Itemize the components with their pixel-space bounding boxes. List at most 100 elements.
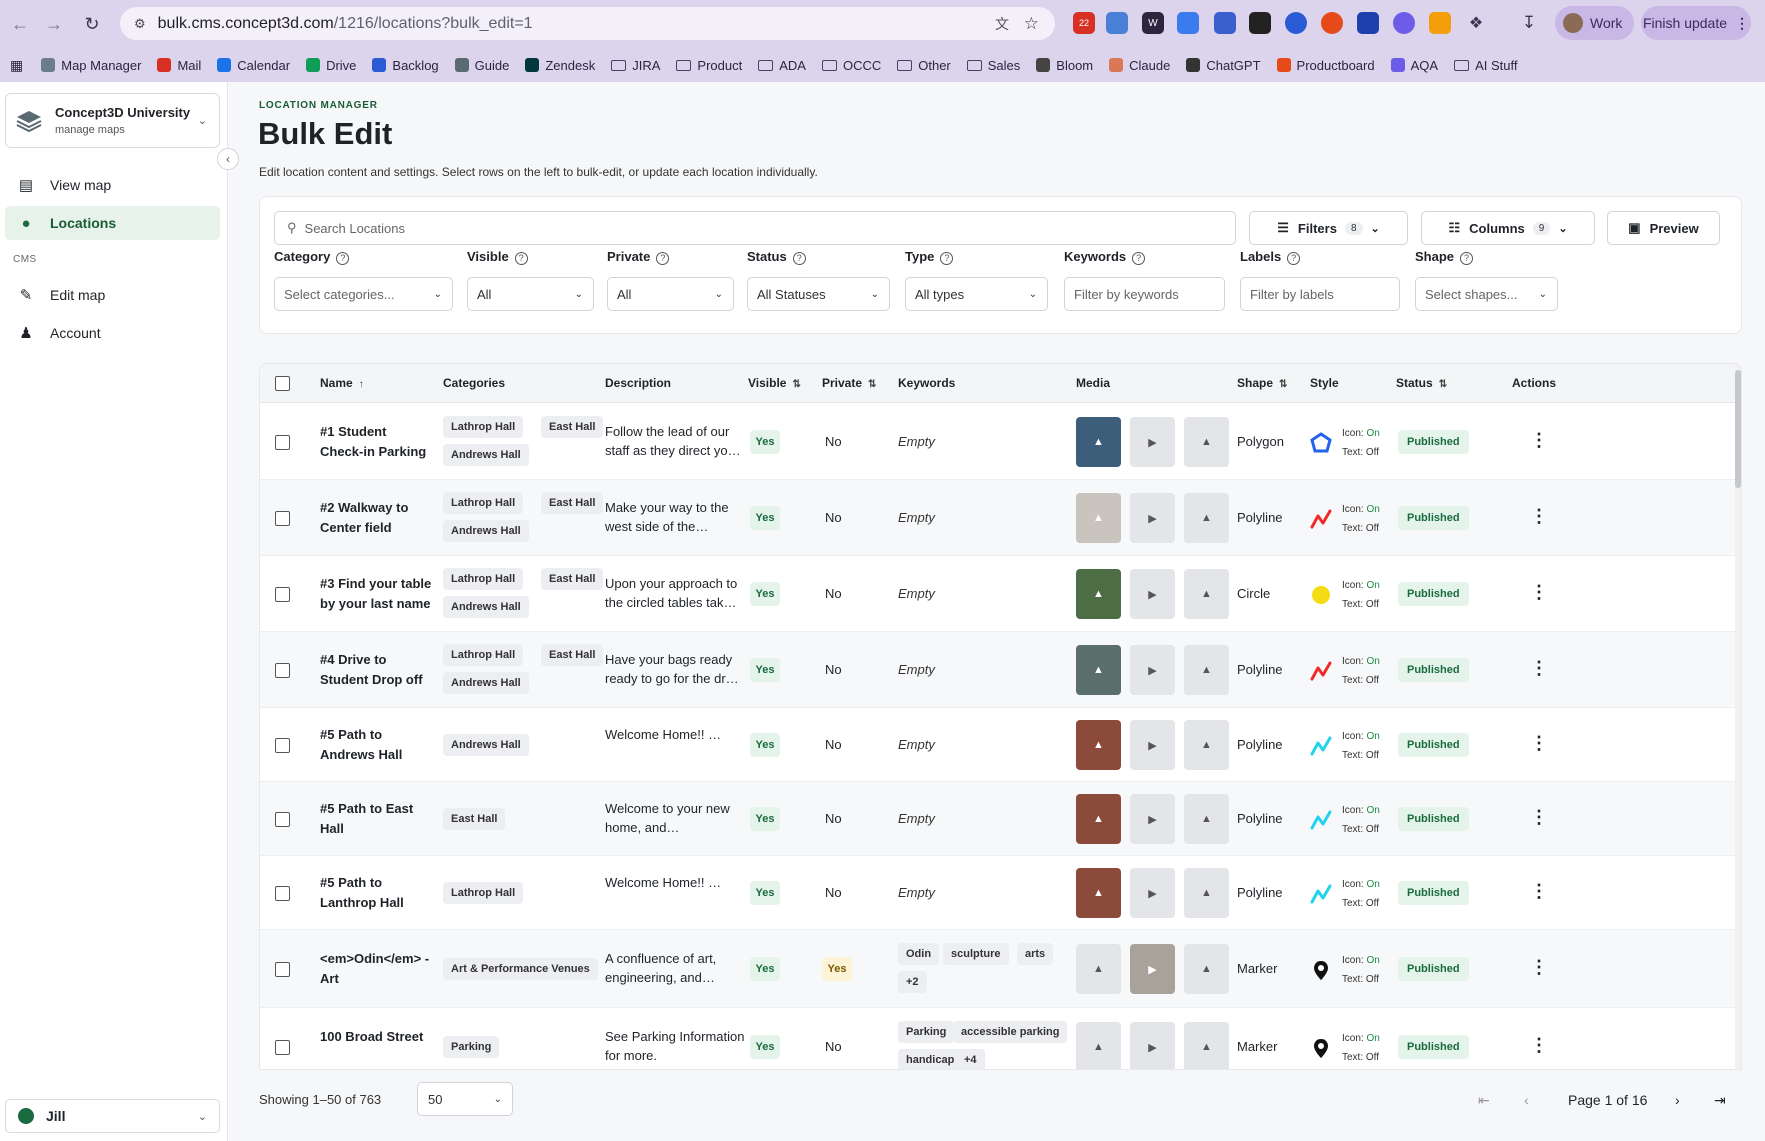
columns-button[interactable]: ☷ Columns 9 ⌄ [1421,211,1595,245]
location-name-link[interactable]: #2 Walkway to Center field [320,498,432,538]
video-slot[interactable]: ▶ [1130,1022,1175,1069]
bookmark-sales[interactable]: Sales [966,58,1020,73]
row-actions-icon[interactable]: ⋮ [1530,582,1548,603]
location-name-link[interactable]: 100 Broad Street [320,1027,432,1047]
bookmark-guide[interactable]: Guide [454,58,509,73]
help-icon[interactable]: ? [1132,252,1146,265]
private-value[interactable]: No [825,660,842,680]
help-icon[interactable]: ? [940,252,954,265]
row-checkbox[interactable] [275,962,290,977]
visible-badge[interactable]: Yes [750,1035,780,1059]
row-actions-icon[interactable]: ⋮ [1530,1035,1548,1056]
bookmark-product[interactable]: Product [676,58,742,73]
filter-private-select[interactable]: All ⌄ [607,277,734,311]
gallery-slot[interactable]: ▲ [1184,417,1229,467]
visible-badge[interactable]: Yes [750,506,780,530]
bookmark-star-icon[interactable]: ☆ [1024,14,1039,34]
user-menu[interactable]: Jill ⌄ [5,1099,220,1133]
location-name-link[interactable]: <em>Odin</em> - Art [320,949,432,989]
docs-extension-icon[interactable] [1106,12,1128,34]
bookmark-mail[interactable]: Mail [157,58,201,73]
location-name-link[interactable]: #4 Drive to Student Drop off [320,650,432,690]
video-slot[interactable]: ▶ [1130,720,1175,770]
row-checkbox[interactable] [275,738,290,753]
help-icon[interactable]: ? [1460,252,1474,265]
search-extension-icon[interactable] [1393,12,1415,34]
search-input[interactable]: ⚲ Search Locations [274,211,1236,245]
bookmark-chatgpt[interactable]: ChatGPT [1186,58,1261,73]
next-page-icon[interactable]: › [1675,1092,1680,1108]
help-icon[interactable]: ? [514,252,528,265]
video-slot[interactable]: ▶ [1130,794,1175,844]
visible-badge[interactable]: Yes [750,430,780,454]
gallery-slot[interactable]: ▲ [1184,794,1229,844]
filters-button[interactable]: ☰ Filters 8 ⌄ [1249,211,1408,245]
filter-shape-select[interactable]: Select shapes... ⌄ [1415,277,1558,311]
row-actions-icon[interactable]: ⋮ [1530,957,1548,978]
translate-icon[interactable]: 文 [995,14,1009,34]
location-name-link[interactable]: #5 Path to Lanthrop Hall [320,873,432,913]
image-slot[interactable]: ▲ [1076,720,1121,770]
help-icon[interactable]: ? [336,252,350,265]
bookmark-map-manager[interactable]: Map Manager [41,58,141,73]
private-value[interactable]: No [825,1037,842,1057]
bookmark-other[interactable]: Other [897,58,951,73]
bookmark-jira[interactable]: JIRA [611,58,660,73]
help-icon[interactable]: ? [792,252,806,265]
select-all-checkbox[interactable] [275,376,290,391]
status-badge[interactable]: Published [1398,506,1469,530]
row-actions-icon[interactable]: ⋮ [1530,807,1548,828]
pinwheel-extension-icon[interactable] [1321,12,1343,34]
private-value[interactable]: No [825,883,842,903]
collapse-sidebar-button[interactable]: ‹ [217,148,239,170]
bookmark-zendesk[interactable]: Zendesk [525,58,595,73]
location-name-link[interactable]: #3 Find your table by your last name [320,574,432,614]
filter-category-select[interactable]: Select categories... ⌄ [274,277,453,311]
visible-badge[interactable]: Yes [750,582,780,606]
video-slot[interactable]: ▶ [1130,417,1175,467]
filter-type-select[interactable]: All types ⌄ [905,277,1048,311]
video-slot[interactable]: ▶ [1130,645,1175,695]
filter-labels-input[interactable]: Filter by labels [1240,277,1400,311]
bookmark-ai-stuff[interactable]: AI Stuff [1454,58,1517,73]
gallery-slot[interactable]: ▲ [1184,720,1229,770]
private-value[interactable]: No [825,508,842,528]
visible-badge[interactable]: Yes [750,957,780,981]
private-value[interactable]: No [825,584,842,604]
status-badge[interactable]: Published [1398,658,1469,682]
bookmark-ada[interactable]: ADA [758,58,806,73]
private-badge[interactable]: Yes [822,957,852,981]
help-icon[interactable]: ? [1287,252,1301,265]
video-slot[interactable]: ▶ [1130,569,1175,619]
status-badge[interactable]: Published [1398,1035,1469,1059]
filter-keywords-input[interactable]: Filter by keywords [1064,277,1225,311]
sidebar-item-locations[interactable]: ● Locations [5,206,220,240]
image-slot[interactable]: ▲ [1076,645,1121,695]
gallery-slot[interactable]: ▲ [1184,868,1229,918]
status-badge[interactable]: Published [1398,957,1469,981]
row-actions-icon[interactable]: ⋮ [1530,733,1548,754]
eyedropper-extension-icon[interactable] [1214,12,1236,34]
calendar-extension-icon[interactable]: 22 [1073,12,1095,34]
row-actions-icon[interactable]: ⋮ [1530,658,1548,679]
help-icon[interactable]: ? [656,252,670,265]
video-slot[interactable]: ▶ [1130,493,1175,543]
bookmark-bloom[interactable]: Bloom [1036,58,1093,73]
column-header-shape[interactable]: Shape ⇅ [1237,376,1287,390]
finish-update-button[interactable]: Finish update ⋮ [1641,6,1751,40]
row-checkbox[interactable] [275,812,290,827]
filter-status-select[interactable]: All Statuses ⌄ [747,277,890,311]
word-extension-icon[interactable]: W [1142,12,1164,34]
scrollbar-thumb[interactable] [1735,370,1741,488]
gallery-slot[interactable]: ▲ [1184,944,1229,994]
video-slot[interactable]: ▶ [1130,944,1175,994]
bookmark-aqa[interactable]: AQA [1390,58,1438,73]
prev-page-icon[interactable]: ‹ [1524,1092,1529,1108]
heart-extension-icon[interactable] [1357,12,1379,34]
column-header-visible[interactable]: Visible ⇅ [748,376,801,390]
filter-visible-select[interactable]: All ⌄ [467,277,594,311]
bookmark-occc[interactable]: OCCC [821,58,881,73]
visible-badge[interactable]: Yes [750,733,780,757]
location-name-link[interactable]: #5 Path to East Hall [320,799,432,839]
sidebar-item-account[interactable]: ♟ Account [5,316,220,350]
